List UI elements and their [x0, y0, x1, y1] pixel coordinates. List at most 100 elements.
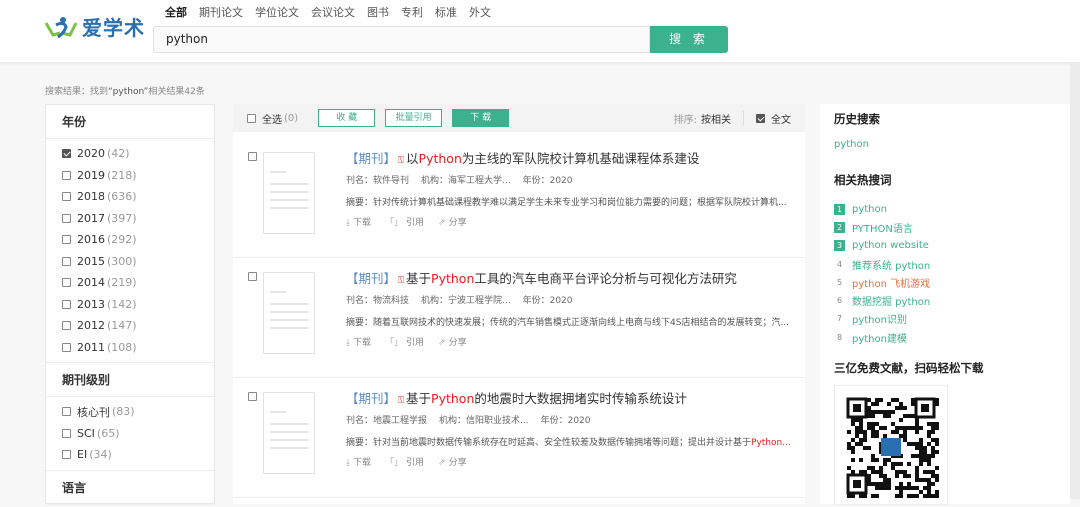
- tab-books[interactable]: 图书: [367, 4, 389, 20]
- rank-badge: 8: [836, 332, 843, 342]
- journal[interactable]: 刊名：物流科技: [346, 296, 409, 306]
- cite-action[interactable]: 「」 引用: [385, 335, 424, 348]
- tab-standard[interactable]: 标准: [435, 4, 457, 20]
- download-button[interactable]: 下 载: [452, 109, 510, 127]
- result-title[interactable]: 【期刊】 ⍂ 基于Python工具的汽车电商平台评论分析与可视化方法研究: [346, 268, 737, 287]
- filter-count: (397): [107, 211, 137, 225]
- title-part: 以: [406, 151, 419, 166]
- result-checkbox[interactable]: [248, 272, 257, 281]
- checkbox[interactable]: [62, 256, 71, 266]
- checkbox[interactable]: [62, 342, 71, 352]
- filter-count: (108): [107, 340, 137, 354]
- hot-search-item[interactable]: 2 PYTHON语言: [834, 218, 1070, 236]
- sort-relevance[interactable]: 按相关: [701, 111, 731, 126]
- filter-count: (218): [107, 168, 137, 182]
- select-all-checkbox[interactable]: 全选 (0): [247, 111, 298, 126]
- document-thumbnail[interactable]: [263, 272, 315, 354]
- filter-label: 2017: [77, 211, 105, 225]
- result-title[interactable]: 【期刊】 ⍂ 以Python为主线的军队院校计算机基础课程体系建设: [346, 148, 699, 167]
- journal[interactable]: 刊名：地震工程学报: [346, 416, 427, 426]
- download-action[interactable]: ⤓ 下载: [346, 455, 371, 468]
- search-type-tabs: 全部 期刊论文 学位论文 会议论文 图书 专利 标准 外文: [165, 4, 491, 20]
- download-label: 下载: [352, 218, 371, 228]
- checkbox[interactable]: [247, 113, 256, 123]
- hot-search-item[interactable]: 7 python识别: [834, 310, 1070, 328]
- result-checkbox[interactable]: [248, 152, 257, 161]
- filter-option[interactable]: 2012 (147): [46, 315, 214, 337]
- tab-conference[interactable]: 会议论文: [311, 4, 355, 20]
- filter-option[interactable]: 2020 (42): [46, 143, 214, 165]
- batch-cite-button[interactable]: 批量引用: [385, 109, 443, 127]
- hot-search-item[interactable]: 1 python: [834, 200, 1070, 218]
- hot-search-item[interactable]: 6 数据挖掘 python: [834, 291, 1070, 309]
- search-input[interactable]: python: [153, 26, 650, 53]
- tab-patent[interactable]: 专利: [401, 4, 423, 20]
- rank-badge: 7: [836, 314, 843, 324]
- hot-search-item[interactable]: 5 python 飞机游戏: [834, 273, 1070, 291]
- checkbox[interactable]: [62, 235, 71, 245]
- share-label: 分享: [448, 458, 467, 468]
- download-action[interactable]: ⤓ 下载: [346, 215, 371, 228]
- checkbox[interactable]: [62, 299, 71, 309]
- filter-count: (219): [107, 276, 137, 290]
- hot-search-item[interactable]: 8 python建模: [834, 328, 1070, 346]
- filter-option[interactable]: 2019 (218): [46, 165, 214, 187]
- filter-option[interactable]: EI (34): [46, 444, 214, 466]
- logo[interactable]: 爱学术: [44, 12, 145, 41]
- checkbox[interactable]: [62, 450, 71, 460]
- filter-option[interactable]: 2015 (300): [46, 251, 214, 273]
- scrollbar[interactable]: [1070, 62, 1080, 499]
- tab-thesis[interactable]: 学位论文: [255, 4, 299, 20]
- history-item[interactable]: python: [834, 139, 1070, 150]
- checkbox[interactable]: [62, 213, 71, 223]
- filter-option[interactable]: 2016 (292): [46, 229, 214, 251]
- filter-option[interactable]: 核心刊 (83): [46, 401, 214, 423]
- abstract-highlight: Python...: [751, 438, 791, 448]
- fulltext-label: 全文: [771, 114, 791, 126]
- checkbox[interactable]: [62, 149, 71, 159]
- share-action[interactable]: ⇗ 分享: [438, 215, 467, 228]
- checkbox[interactable]: [62, 278, 71, 288]
- share-action[interactable]: ⇗ 分享: [438, 455, 467, 468]
- cite-action[interactable]: 「」 引用: [385, 215, 424, 228]
- result-item: 【期刊】 ⍂ 基于Python的地震时大数据拥堵实时传输系统设计 刊名：地震工程学报…: [233, 378, 805, 498]
- search-button[interactable]: 搜 索: [650, 26, 728, 53]
- tab-journal[interactable]: 期刊论文: [199, 4, 243, 20]
- hot-search-item[interactable]: 4 推荐系统 python: [834, 255, 1070, 273]
- filter-option[interactable]: 2018 (636): [46, 186, 214, 208]
- right-sidebar: 历史搜索 python 相关热搜词 1 python 2 PYTHON语言 3 pytho…: [820, 104, 1070, 505]
- download-action[interactable]: ⤓ 下载: [346, 335, 371, 348]
- filter-option[interactable]: 2014 (219): [46, 272, 214, 294]
- filter-option[interactable]: 2017 (397): [46, 208, 214, 230]
- filter-count: (300): [107, 254, 137, 268]
- filter-option[interactable]: 2011 (108): [46, 337, 214, 359]
- title-highlight: Python: [431, 391, 475, 406]
- sort-label: 排序:: [673, 114, 697, 126]
- title-part: 工具的汽车电商平台评论分析与可视化方法研究: [474, 271, 737, 286]
- result-title[interactable]: 【期刊】 ⍂ 基于Python的地震时大数据拥堵实时传输系统设计: [346, 388, 687, 407]
- fulltext-checkbox[interactable]: [756, 113, 765, 123]
- tab-foreign[interactable]: 外文: [469, 4, 491, 20]
- result-checkbox[interactable]: [248, 392, 257, 401]
- tab-all[interactable]: 全部: [165, 4, 187, 20]
- filter-option[interactable]: SCI (65): [46, 423, 214, 445]
- share-action[interactable]: ⇗ 分享: [438, 335, 467, 348]
- journal[interactable]: 刊名：软件导刊: [346, 176, 409, 186]
- checkbox[interactable]: [62, 321, 71, 331]
- hot-title: 相关热搜词: [834, 173, 892, 187]
- filter-option[interactable]: 2013 (142): [46, 294, 214, 316]
- document-thumbnail[interactable]: [263, 152, 315, 234]
- share-label: 分享: [448, 218, 467, 228]
- document-thumbnail[interactable]: [263, 392, 315, 474]
- checkbox[interactable]: [62, 428, 71, 438]
- quote-icon: 「」: [385, 218, 404, 228]
- history-title: 历史搜索: [834, 112, 880, 126]
- select-count: (0): [284, 112, 299, 124]
- hot-search-item[interactable]: 3 python website: [834, 237, 1070, 255]
- checkbox[interactable]: [62, 170, 71, 180]
- cite-action[interactable]: 「」 引用: [385, 455, 424, 468]
- collect-button[interactable]: 收 藏: [318, 109, 376, 127]
- checkbox[interactable]: [62, 192, 71, 202]
- checkbox[interactable]: [62, 407, 71, 417]
- title-highlight: Python: [418, 151, 462, 166]
